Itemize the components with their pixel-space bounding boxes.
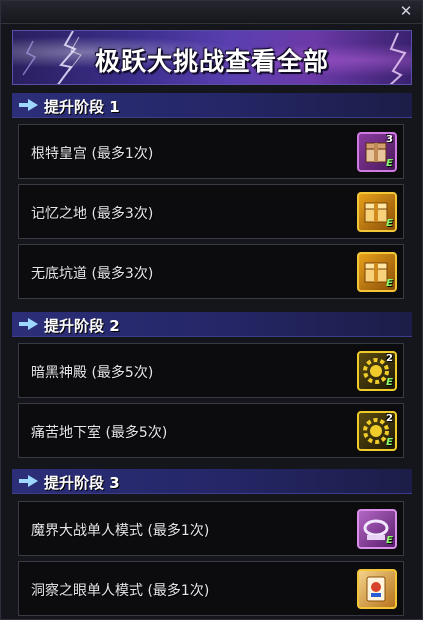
banner-title: 极跃大挑战查看全部: [94, 47, 329, 76]
ticket-count: 2: [386, 353, 393, 364]
title-bar: ✕: [1, 1, 422, 24]
list-item[interactable]: 无底坑道 (最多3次) E: [18, 244, 404, 299]
ace-card-icon: [357, 569, 397, 609]
free-gear-icon: 2 E: [357, 411, 397, 451]
ring-purple-icon: E: [357, 509, 397, 549]
ticket-suffix: E: [386, 278, 393, 289]
dungeon-name: 暗黑神殿 (最多5次): [31, 365, 154, 381]
stage-header-1: 提升阶段 1: [12, 93, 412, 118]
free-gear-icon: 2 E: [357, 351, 397, 391]
list-item[interactable]: 痛苦地下室 (最多5次) 2 E: [18, 403, 404, 458]
dungeon-name: 根特皇宫 (最多1次): [31, 146, 154, 162]
ticket-suffix: E: [386, 437, 393, 448]
chest-purple-icon: 3 E: [357, 132, 397, 172]
ticket-suffix: E: [386, 535, 393, 546]
arrow-right-icon: [19, 475, 38, 487]
dungeon-name: 洞察之眼单人模式 (最多1次): [31, 583, 210, 599]
dungeon-name: 痛苦地下室 (最多5次): [31, 425, 168, 441]
list-item[interactable]: 魔界大战单人模式 (最多1次) E: [18, 501, 404, 556]
challenge-window: ✕ 极跃大挑战查看全部 提升阶段 1 根特皇宫 (最多1次) 3 E 记忆之地 …: [0, 0, 423, 620]
ticket-count: 2: [386, 413, 393, 424]
list-item[interactable]: 根特皇宫 (最多1次) 3 E: [18, 124, 404, 179]
stage-label: 提升阶段 2: [44, 317, 120, 335]
ticket-suffix: E: [386, 218, 393, 229]
chest-gold-icon: E: [357, 252, 397, 292]
list-item[interactable]: 暗黑神殿 (最多5次) 2 E: [18, 343, 404, 398]
dungeon-name: 无底坑道 (最多3次): [31, 266, 154, 282]
ticket-count: 3: [386, 134, 393, 145]
list-item[interactable]: 记忆之地 (最多3次) E: [18, 184, 404, 239]
ticket-suffix: E: [386, 377, 393, 388]
stage-header-2: 提升阶段 2: [12, 312, 412, 337]
arrow-right-icon: [19, 99, 38, 111]
stage-label: 提升阶段 1: [44, 98, 120, 116]
close-icon[interactable]: ✕: [398, 3, 414, 19]
chest-gold-icon: E: [357, 192, 397, 232]
list-item[interactable]: 洞察之眼单人模式 (最多1次): [18, 561, 404, 616]
dungeon-name: 记忆之地 (最多3次): [31, 206, 154, 222]
stage-header-3: 提升阶段 3: [12, 469, 412, 494]
stage-label: 提升阶段 3: [44, 474, 120, 492]
dungeon-name: 魔界大战单人模式 (最多1次): [31, 523, 210, 539]
arrow-right-icon: [19, 318, 38, 330]
header-banner: 极跃大挑战查看全部: [12, 30, 412, 85]
ticket-suffix: E: [386, 158, 393, 169]
